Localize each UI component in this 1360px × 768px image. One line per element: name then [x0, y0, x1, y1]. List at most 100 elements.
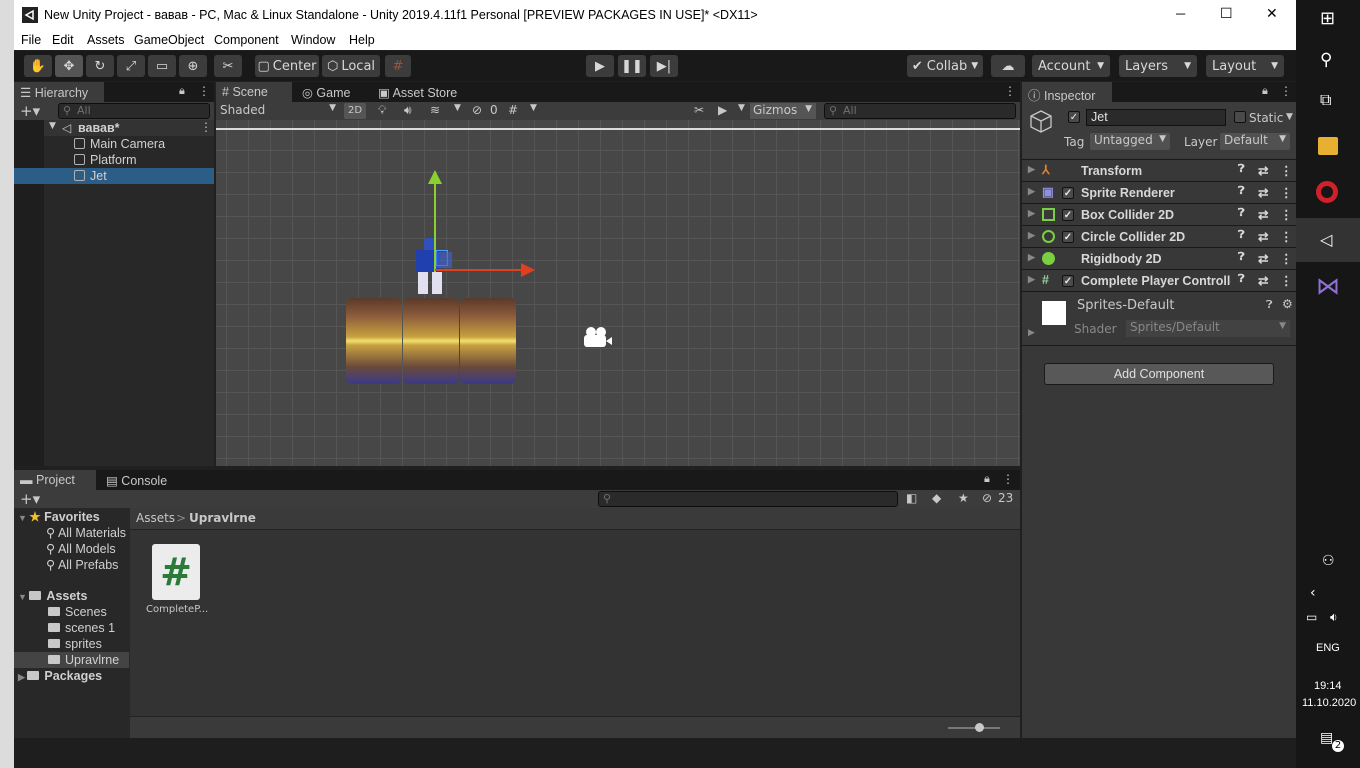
lock-icon[interactable]: 🔒︎ — [179, 84, 185, 98]
tab-game[interactable]: ◎ Game — [296, 82, 366, 102]
tag-dropdown[interactable]: Untagged ▼ — [1090, 133, 1170, 150]
list-item-selected[interactable]: Upravlrne — [14, 652, 129, 668]
cloud-button[interactable]: ☁ — [991, 55, 1025, 77]
menu-component[interactable]: Component — [214, 33, 279, 47]
camera-gizmo-icon[interactable] — [584, 327, 614, 349]
volume-icon[interactable]: 🔉︎ — [1330, 610, 1338, 625]
zoom-slider-track[interactable] — [948, 727, 1000, 729]
tab-asset-store[interactable]: ▣ Asset Store — [372, 82, 472, 102]
lock-icon[interactable]: 🔒︎ — [1262, 84, 1268, 98]
chevron-down-icon[interactable]: ▼ — [530, 103, 537, 113]
preset-icon[interactable]: ⇄ — [1258, 251, 1268, 266]
more-icon[interactable]: ⋮ — [198, 84, 210, 98]
help-icon[interactable]: ❓︎ — [1238, 163, 1245, 176]
preset-icon[interactable]: ⇄ — [1258, 273, 1268, 288]
minimize-button[interactable]: ─ — [1176, 6, 1185, 21]
scene-row[interactable]: ▼ ◁ вавав* ⋮ — [44, 120, 214, 136]
static-checkbox[interactable] — [1234, 111, 1246, 123]
step-button[interactable]: ▶| — [650, 55, 678, 77]
preset-icon[interactable]: ⇄ — [1258, 185, 1268, 200]
component-box-collider[interactable]: ▶ ✓ Box Collider 2D ❓︎ ⇄ ⋮ — [1022, 203, 1297, 225]
task-view-icon[interactable]: ⧉ — [1320, 90, 1331, 110]
menu-edit[interactable]: Edit — [52, 33, 74, 47]
list-item[interactable]: ⚲ All Materials — [46, 525, 126, 541]
opera-icon[interactable] — [1316, 181, 1338, 203]
label-icon[interactable]: ◆ — [932, 491, 941, 505]
tab-hierarchy[interactable]: ☰ Hierarchy — [14, 82, 104, 102]
more-icon[interactable]: ⋮ — [1280, 163, 1293, 178]
visual-studio-icon[interactable]: ⋈ — [1316, 272, 1340, 300]
preset-icon[interactable]: ⇄ — [1258, 229, 1268, 244]
component-rigidbody[interactable]: ▶ Rigidbody 2D ❓︎ ⇄ ⋮ — [1022, 247, 1297, 269]
active-checkbox[interactable]: ✓ — [1068, 111, 1080, 123]
unity-taskbar-item[interactable]: ◁ — [1296, 218, 1360, 262]
component-sprite-renderer[interactable]: ▶ ▣ ✓ Sprite Renderer ❓︎ ⇄ ⋮ — [1022, 181, 1297, 203]
chevron-down-icon[interactable]: ▼ — [454, 103, 461, 113]
scene-search-input[interactable]: ⚲ All — [824, 103, 1016, 119]
xy-plane-handle[interactable] — [436, 252, 452, 268]
foldout-icon[interactable]: ▶ — [1028, 274, 1035, 285]
layers-dropdown[interactable]: Layers ▼ — [1119, 55, 1197, 77]
pivot-center-button[interactable]: ▢ Center — [255, 55, 319, 77]
more-icon[interactable]: ⋮ — [1280, 229, 1293, 244]
list-item[interactable]: ⚲ All Models — [46, 541, 116, 557]
audio-icon[interactable]: 🔊︎ — [404, 103, 412, 118]
help-icon[interactable]: ❓︎ — [1238, 185, 1245, 198]
more-icon[interactable]: ⋮ — [1280, 273, 1293, 288]
list-item[interactable]: Scenes — [48, 604, 107, 620]
menu-assets[interactable]: Assets — [87, 33, 125, 47]
help-icon[interactable]: ❓︎ — [1238, 251, 1245, 264]
x-axis-handle[interactable] — [435, 269, 523, 271]
component-transform[interactable]: ▶ ⅄ Transform ❓︎ ⇄ ⋮ — [1022, 159, 1297, 181]
help-icon[interactable]: ❓︎ — [1238, 273, 1245, 286]
language-indicator[interactable]: ENG — [1316, 642, 1340, 654]
network-icon[interactable]: ▭ — [1306, 610, 1317, 624]
scale-tool-button[interactable]: ⤢ — [117, 55, 145, 77]
windows-start-icon[interactable]: ⊞ — [1320, 8, 1335, 29]
preset-icon[interactable]: ⇄ — [1258, 207, 1268, 222]
help-icon[interactable]: ❓︎ — [1238, 207, 1245, 220]
menu-file[interactable]: File — [21, 33, 41, 47]
move-tool-button[interactable]: ✥ — [55, 55, 83, 77]
tab-scene[interactable]: # Scene — [216, 82, 292, 102]
tab-project[interactable]: ▬ Project — [14, 470, 96, 490]
help-icon[interactable]: ❓︎ — [1238, 229, 1245, 242]
packages-row[interactable]: ▶ Packages — [18, 668, 102, 684]
clock-date[interactable]: 11.10.2020 — [1302, 697, 1356, 709]
filter-type-icon[interactable]: ◧ — [906, 491, 917, 505]
scene-viewport[interactable] — [216, 120, 1020, 466]
collab-dropdown[interactable]: ✔ Collab ▼ — [907, 55, 983, 77]
assets-root-row[interactable]: ▼ Assets — [18, 588, 87, 604]
camera-icon[interactable]: ▶︎ — [718, 103, 727, 117]
foldout-icon[interactable]: ▶ — [1028, 328, 1035, 338]
y-axis-arrow-icon[interactable] — [428, 170, 442, 184]
component-player-controller[interactable]: ▶ # ✓ Complete Player Controlle ❓︎ ⇄ ⋮ — [1022, 269, 1297, 291]
hidden-packages-icon[interactable]: ⊘ — [982, 491, 992, 505]
foldout-icon[interactable]: ▶ — [1028, 230, 1035, 241]
play-button[interactable]: ▶ — [586, 55, 614, 77]
star-icon[interactable]: ★ — [958, 491, 969, 505]
platform-sprite[interactable] — [346, 298, 516, 384]
create-plus-button[interactable]: +▾ — [20, 102, 40, 120]
grid-snap-button[interactable]: # — [385, 55, 411, 77]
lock-icon[interactable]: 🔒︎ — [984, 472, 990, 486]
list-item[interactable]: Main Camera — [74, 136, 165, 152]
rect-tool-button[interactable]: ▭ — [148, 55, 176, 77]
transform-tool-button[interactable]: ⊕ — [179, 55, 207, 77]
create-plus-button[interactable]: +▾ — [20, 490, 40, 508]
gear-icon[interactable]: ⚙ — [1282, 297, 1293, 311]
more-icon[interactable]: ⋮ — [1280, 84, 1292, 98]
foldout-icon[interactable]: ▼ — [49, 121, 56, 131]
maximize-button[interactable]: ☐ — [1220, 5, 1233, 22]
account-dropdown[interactable]: Account ▼ — [1032, 55, 1110, 77]
visibility-icon[interactable]: ⊘ — [472, 103, 482, 117]
effects-icon[interactable]: ≋ — [430, 103, 440, 117]
breadcrumb-current[interactable]: Upravlrne — [189, 511, 256, 525]
project-search-input[interactable]: ⚲ — [598, 491, 898, 507]
menu-gameobject[interactable]: GameObject — [134, 33, 204, 47]
file-explorer-icon[interactable] — [1318, 137, 1338, 155]
x-axis-arrow-icon[interactable] — [521, 263, 535, 277]
clock-time[interactable]: 19:14 — [1314, 680, 1342, 692]
shader-dropdown[interactable]: Sprites/Default ▼ — [1126, 320, 1290, 337]
preset-icon[interactable]: ⇄ — [1258, 163, 1268, 178]
